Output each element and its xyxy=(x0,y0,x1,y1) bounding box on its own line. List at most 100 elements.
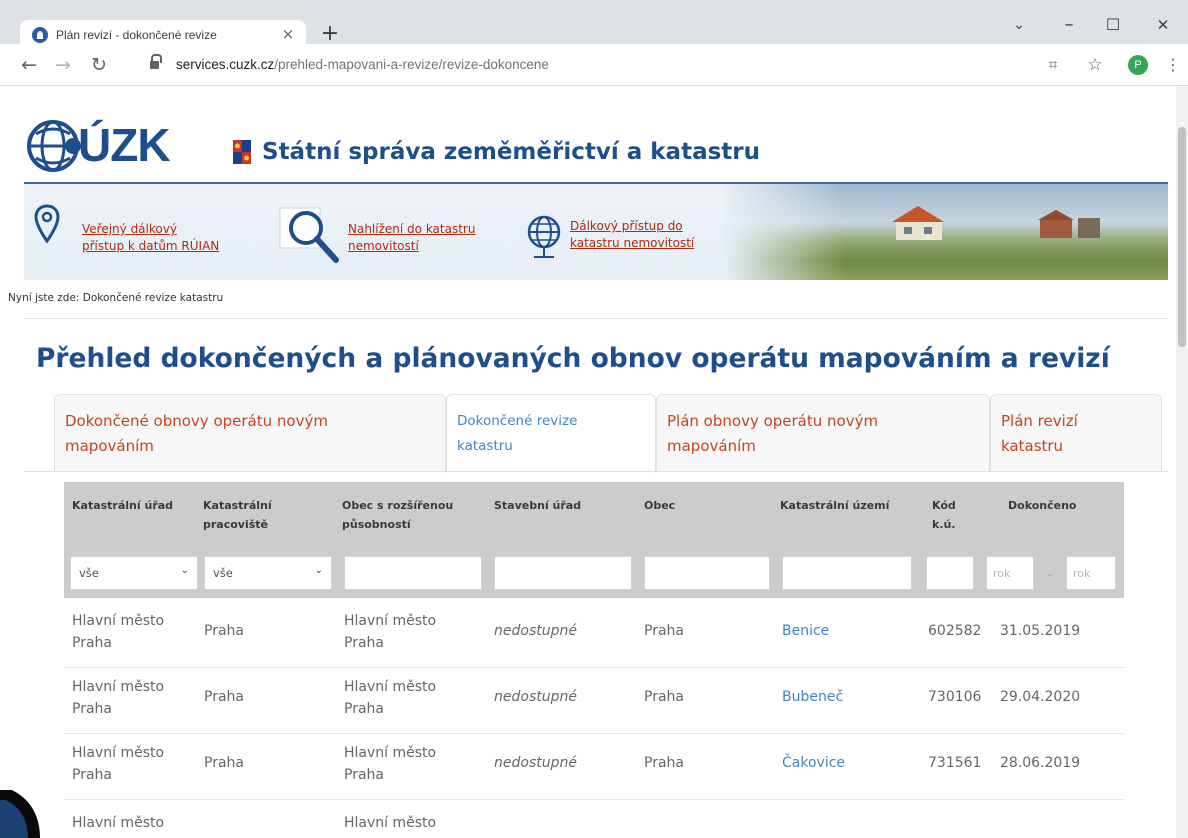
cell-kod: 730106 xyxy=(928,689,982,705)
quick-link-dalkovy-line2[interactable]: katastru nemovitostí xyxy=(570,235,694,252)
cuzk-logo[interactable]: ÚZK xyxy=(26,116,206,178)
quick-link-nahlizeni-line1[interactable]: Nahlížení do katastru xyxy=(348,221,475,238)
quick-link-dalkovy-line1[interactable]: Dálkový přístup do xyxy=(570,218,694,235)
tab-search-dropdown-icon[interactable]: ⌄ xyxy=(1006,12,1032,38)
tab-plan-obnovy[interactable]: Plán obnovy operátu novým mapováním xyxy=(656,394,990,472)
column-header-kod[interactable]: Kód k.ú. xyxy=(932,496,956,534)
tab-plan-obnovy-line2[interactable]: mapováním xyxy=(667,434,979,459)
column-header-urad[interactable]: Katastrální úřad xyxy=(72,496,173,515)
lock-icon[interactable] xyxy=(150,54,162,70)
cell-katastralni-uzemi-link[interactable]: Čakovice xyxy=(782,752,845,774)
back-arrow-icon[interactable]: ← xyxy=(16,52,42,78)
column-header-orp[interactable]: Obec s rozšířenou působností xyxy=(342,496,453,534)
quick-link-nahlizeni-line2[interactable]: nemovitostí xyxy=(348,238,475,255)
table-row: Hlavní město Praha Praha Hlavní město Prah… xyxy=(64,668,1124,734)
cell-katastralni-uzemi-link[interactable]: Bubeneč xyxy=(782,686,843,708)
minimize-button[interactable]: – xyxy=(1056,12,1082,38)
cell-pracoviste: Praha xyxy=(204,689,244,705)
cell-pracoviste: Praha xyxy=(204,755,244,771)
state-emblem-icon xyxy=(233,140,251,164)
table-row: Hlavní město Praha Praha Hlavní město Prah… xyxy=(64,734,1124,800)
chevron-down-icon[interactable]: ⌄ xyxy=(181,565,189,576)
column-header-obec[interactable]: Obec xyxy=(644,496,675,515)
year-range-dash: - xyxy=(1048,570,1052,581)
scrollbar-thumb[interactable] xyxy=(1178,127,1186,347)
browser-toolbar: ← → ↻ services.cuzk.cz/prehled-mapovani-… xyxy=(0,44,1188,86)
browser-menu-icon[interactable]: ⋮ xyxy=(1160,52,1186,78)
bookmark-star-icon[interactable]: ☆ xyxy=(1082,52,1108,78)
quick-link-ruian-line2[interactable]: přístup k datům RÚIAN xyxy=(82,238,219,255)
cell-pracoviste: Praha xyxy=(204,623,244,639)
filter-kod-input[interactable] xyxy=(926,556,974,590)
cell-stavebni-urad: nedostupné xyxy=(494,755,577,771)
column-header-stavebni-urad[interactable]: Stavební úřad xyxy=(494,496,581,515)
column-header-katastralni-uzemi[interactable]: Katastrální území xyxy=(780,496,889,515)
chevron-down-icon[interactable]: ⌄ xyxy=(315,565,323,576)
tab-dokoncene-obnovy-line2[interactable]: mapováním xyxy=(65,434,435,459)
tab-close-icon[interactable]: × xyxy=(278,24,298,44)
cell-urad: Hlavní město xyxy=(72,815,165,831)
page-scrollbar[interactable] xyxy=(1176,87,1188,838)
banner-fade xyxy=(724,184,844,280)
table-row: Hlavní město Praha Praha Hlavní město Prah… xyxy=(64,602,1124,668)
cell-obec: Praha xyxy=(644,755,684,771)
tab-plan-revizi-line1[interactable]: Plán revizí xyxy=(1001,409,1151,434)
new-tab-button[interactable]: + xyxy=(318,22,342,46)
filter-pracoviste-value[interactable]: vše xyxy=(205,557,331,580)
cell-stavebni-urad: nedostupné xyxy=(494,689,577,705)
filter-rok-do-input[interactable]: rok xyxy=(1066,556,1116,590)
globe-network-icon xyxy=(527,215,561,258)
url-text[interactable]: services.cuzk.cz/prehled-mapovani-a-revi… xyxy=(176,57,549,72)
close-window-button[interactable]: ✕ xyxy=(1150,12,1176,38)
cell-urad: Hlavní město Praha xyxy=(72,679,165,717)
filter-urad-value[interactable]: vše xyxy=(71,557,197,580)
qr-code-icon[interactable]: ⌗ xyxy=(1040,52,1066,78)
tab-plan-obnovy-line1[interactable]: Plán obnovy operátu novým xyxy=(667,409,979,434)
tab-dokoncene-revize[interactable]: Dokončené revize katastru xyxy=(446,394,656,473)
filter-orp-input[interactable] xyxy=(344,556,482,590)
quick-link-nahlizeni[interactable]: Nahlížení do katastru nemovitostí xyxy=(348,221,475,255)
site-favicon-icon xyxy=(32,27,48,43)
cell-orp: Hlavní město Praha xyxy=(344,679,437,717)
column-header-dokonceno[interactable]: Dokončeno xyxy=(1008,496,1076,515)
tab-dokoncene-revize-line1[interactable]: Dokončené revize xyxy=(457,409,645,434)
overview-tabs: Dokončené obnovy operátu novým mapováním… xyxy=(54,394,1162,473)
content-divider xyxy=(24,318,1168,319)
tab-dokoncene-obnovy-line1[interactable]: Dokončené obnovy operátu novým xyxy=(65,409,435,434)
tab-plan-revizi[interactable]: Plán revizí katastru xyxy=(990,394,1162,472)
quick-link-ruian[interactable]: Veřejný dálkový přístup k datům RÚIAN xyxy=(82,221,219,255)
filter-rok-od-input[interactable]: rok xyxy=(986,556,1034,590)
tab-dokoncene-obnovy[interactable]: Dokončené obnovy operátu novým mapováním xyxy=(54,394,446,472)
cell-orp: Hlavní město xyxy=(344,815,437,831)
decorative-corner-shape xyxy=(0,790,40,838)
filter-katastralni-uzemi-input[interactable] xyxy=(782,556,912,590)
map-pin-icon xyxy=(34,204,60,244)
house-illustration xyxy=(892,206,944,240)
tab-plan-revizi-line2[interactable]: katastru xyxy=(1001,434,1151,459)
filter-urad-select[interactable]: vše ⌄ xyxy=(70,556,198,590)
browser-tabstrip: Plán revizí - dokončené revize × + ⌄ – ☐… xyxy=(0,0,1188,50)
quick-link-dalkovy-pristup[interactable]: Dálkový přístup do katastru nemovitostí xyxy=(570,218,694,252)
logo-text: ÚZK xyxy=(78,119,171,171)
filter-pracoviste-select[interactable]: vše ⌄ xyxy=(204,556,332,590)
address-bar[interactable]: services.cuzk.cz/prehled-mapovani-a-revi… xyxy=(134,50,1024,80)
profile-avatar[interactable]: P xyxy=(1128,55,1148,75)
cell-katastralni-uzemi-link[interactable]: Benice xyxy=(782,620,829,642)
cell-stavebni-urad: nedostupné xyxy=(494,623,577,639)
maximize-button[interactable]: ☐ xyxy=(1100,12,1126,38)
reload-icon[interactable]: ↻ xyxy=(86,52,112,78)
cell-orp: Hlavní město Praha xyxy=(344,613,437,651)
page-title: Přehled dokončených a plánovaných obnov … xyxy=(36,343,1110,374)
column-header-pracoviste[interactable]: Katastrální pracoviště xyxy=(203,496,272,534)
rok-from-placeholder[interactable]: rok xyxy=(987,557,1033,580)
cell-dokonceno: 28.06.2019 xyxy=(1000,755,1081,771)
cell-orp: Hlavní město Praha xyxy=(344,745,437,783)
forward-arrow-icon[interactable]: → xyxy=(50,52,76,78)
rok-to-placeholder[interactable]: rok xyxy=(1067,557,1115,580)
tab-dokoncene-revize-line2[interactable]: katastru xyxy=(457,434,645,459)
filter-stavebni-urad-input[interactable] xyxy=(494,556,632,590)
magnifier-icon xyxy=(279,207,339,263)
quick-link-ruian-line1[interactable]: Veřejný dálkový xyxy=(82,221,219,238)
filter-obec-input[interactable] xyxy=(644,556,770,590)
cuzk-globe-logo-icon xyxy=(27,120,81,172)
